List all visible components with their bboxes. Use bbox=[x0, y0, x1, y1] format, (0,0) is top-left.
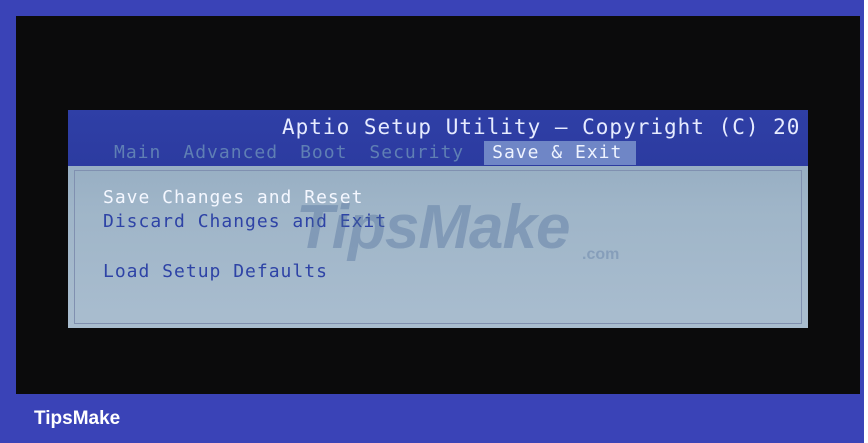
bios-tab-bar: Main Advanced Boot Security Save & Exit bbox=[112, 139, 637, 165]
tab-security[interactable]: Security bbox=[367, 141, 466, 165]
photo-of-monitor: Aptio Setup Utility – Copyright (C) 20 M… bbox=[16, 16, 860, 394]
bios-title: Aptio Setup Utility – Copyright (C) 20 bbox=[282, 115, 801, 139]
tab-main[interactable]: Main bbox=[112, 141, 163, 165]
tab-save-exit[interactable]: Save & Exit bbox=[484, 141, 637, 165]
menu-item-load-setup-defaults[interactable]: Load Setup Defaults bbox=[103, 261, 328, 282]
watermark-suffix: .com bbox=[582, 246, 620, 263]
tab-advanced[interactable]: Advanced bbox=[181, 141, 280, 165]
tab-boot[interactable]: Boot bbox=[298, 141, 349, 165]
footer-brand: TipsMake bbox=[34, 408, 121, 429]
watermark-logo: TipsMake bbox=[296, 193, 570, 262]
bios-header: Aptio Setup Utility – Copyright (C) 20 M… bbox=[68, 110, 808, 166]
image-frame: Aptio Setup Utility – Copyright (C) 20 M… bbox=[0, 0, 868, 443]
